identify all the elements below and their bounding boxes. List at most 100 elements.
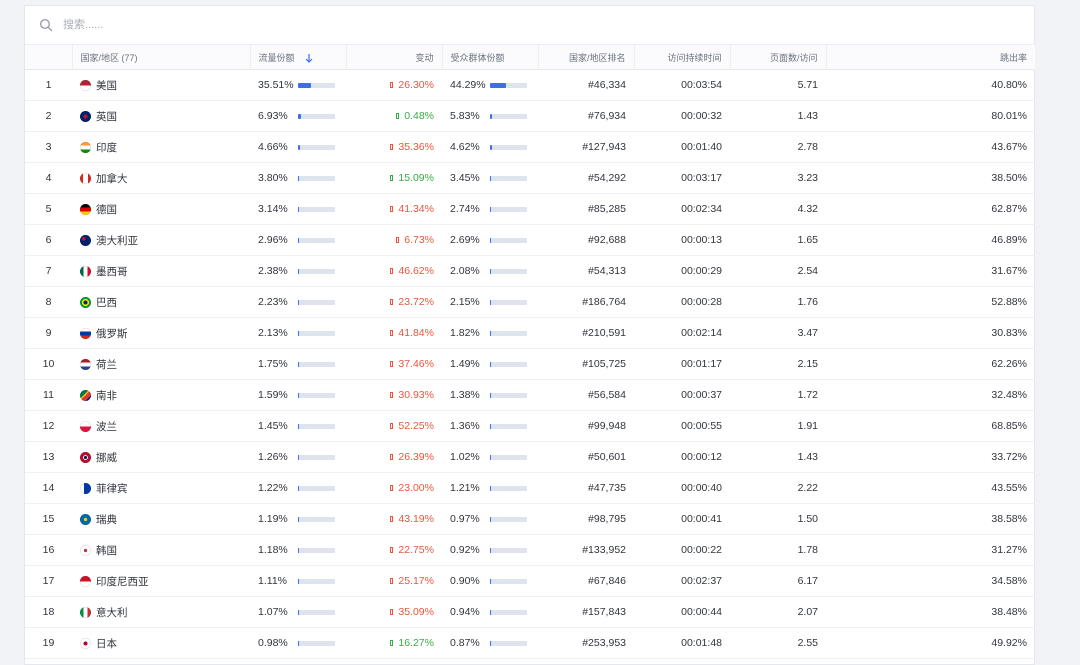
country-name[interactable]: 韩国 bbox=[96, 545, 117, 557]
header-country-rank[interactable]: 国家/地区排名 bbox=[537, 45, 634, 70]
header-change[interactable]: 变动 bbox=[345, 45, 442, 70]
country-cell[interactable]: 巴西 bbox=[72, 286, 250, 318]
table-row[interactable]: 4 加拿大 3.80% 15.09% 3.45% #54,292 00:03:17 3.23 3… bbox=[25, 162, 1035, 194]
country-name[interactable]: 印度尼西亚 bbox=[96, 576, 149, 588]
country-cell[interactable]: 德国 bbox=[72, 193, 250, 225]
flag-se-icon bbox=[80, 513, 91, 525]
audience-share-bar-fill bbox=[490, 392, 491, 398]
country-cell[interactable]: 菲律宾 bbox=[72, 472, 250, 504]
country-cell[interactable]: 加拿大 bbox=[72, 162, 250, 194]
visit-duration-cell: 00:00:29 bbox=[634, 255, 730, 287]
audience-share-value: 5.83% bbox=[450, 110, 480, 122]
pages-per-visit-cell: 1.72 bbox=[730, 379, 826, 411]
traffic-share-cell: 2.38% bbox=[250, 255, 346, 287]
change-value: 35.36% bbox=[398, 141, 434, 153]
header-country[interactable]: 国家/地区 (77) bbox=[71, 45, 250, 70]
table-row[interactable]: 17 印度尼西亚 1.11% 25.17% 0.90% #67,846 00:02:37 6.… bbox=[25, 565, 1035, 597]
country-name[interactable]: 荷兰 bbox=[96, 359, 117, 371]
table-row[interactable]: 12 波兰 1.45% 52.25% 1.36% #99,948 00:00:55 1.91 6… bbox=[25, 410, 1035, 442]
table-header-row: 国家/地区 (77) 流量份额 变动 受众群体份额 国家/地区排名 访问持续时间… bbox=[25, 45, 1035, 70]
table-row[interactable]: 5 德国 3.14% 41.34% 2.74% #85,285 00:02:34 4.32 62… bbox=[25, 193, 1035, 225]
traffic-share-bar-fill bbox=[298, 82, 312, 88]
change-value: 35.09% bbox=[398, 606, 434, 618]
pages-per-visit-cell: 2.78 bbox=[730, 131, 826, 163]
header-visit-duration[interactable]: 访问持续时间 bbox=[633, 45, 730, 70]
country-cell[interactable]: 俄罗斯 bbox=[72, 317, 250, 349]
header-audience-share[interactable]: 受众群体份额 bbox=[441, 45, 538, 70]
country-name[interactable]: 英国 bbox=[96, 111, 117, 123]
country-cell[interactable]: 印度 bbox=[72, 131, 250, 163]
country-cell[interactable]: 英国 bbox=[72, 100, 250, 132]
header-pages-per-visit[interactable]: 页面数/访问 bbox=[729, 45, 826, 70]
country-name[interactable]: 波兰 bbox=[96, 421, 117, 433]
table-row[interactable]: 8 巴西 2.23% 23.72% 2.15% #186,764 00:00:28 1.76 5… bbox=[25, 286, 1035, 318]
change-value: 0.48% bbox=[404, 110, 434, 122]
country-rank-cell: #85,285 bbox=[538, 193, 634, 225]
table-row[interactable]: 15 瑞典 1.19% 43.19% 0.97% #98,795 00:00:41 1.50 3… bbox=[25, 503, 1035, 535]
audience-share-cell: 1.38% bbox=[442, 379, 538, 411]
table-row[interactable]: 14 菲律宾 1.22% 23.00% 1.21% #47,735 00:00:40 2.22… bbox=[25, 472, 1035, 504]
audience-share-cell: 0.97% bbox=[442, 503, 538, 535]
header-bounce-rate[interactable]: 跳出率 bbox=[825, 45, 1035, 70]
country-name[interactable]: 俄罗斯 bbox=[96, 328, 128, 340]
traffic-share-value: 1.59% bbox=[258, 389, 288, 401]
country-name[interactable]: 德国 bbox=[96, 204, 117, 216]
country-name[interactable]: 南非 bbox=[96, 390, 117, 402]
country-name[interactable]: 巴西 bbox=[96, 297, 117, 309]
table-row[interactable]: 3 印度 4.66% 35.36% 4.62% #127,943 00:01:40 2.78 4… bbox=[25, 131, 1035, 163]
country-rank-cell: #47,735 bbox=[538, 472, 634, 504]
table-row[interactable]: 9 俄罗斯 2.13% 41.84% 1.82% #210,591 00:02:14 3.47… bbox=[25, 317, 1035, 349]
country-name[interactable]: 澳大利亚 bbox=[96, 235, 138, 247]
country-cell[interactable]: 意大利 bbox=[72, 596, 250, 628]
header-traffic-share[interactable]: 流量份额 bbox=[249, 45, 346, 70]
country-cell[interactable]: 墨西哥 bbox=[72, 255, 250, 287]
table-row[interactable]: 1 美国 35.51% 26.30% 44.29% #46,334 00:03:54 5.71… bbox=[25, 69, 1035, 101]
table-row[interactable]: 11 南非 1.59% 30.93% 1.38% #56,584 00:00:37 1.72 3… bbox=[25, 379, 1035, 411]
table-row[interactable]: 19 日本 0.98% 16.27% 0.87% #253,953 00:01:48 2.55… bbox=[25, 627, 1035, 659]
table-row[interactable]: 6 澳大利亚 2.96% 6.73% 2.69% #92,688 00:00:13 1.65 4… bbox=[25, 224, 1035, 256]
traffic-share-cell: 1.22% bbox=[250, 472, 346, 504]
table-row[interactable]: 7 墨西哥 2.38% 46.62% 2.08% #54,313 00:00:29 2.54 3… bbox=[25, 255, 1035, 287]
search-input[interactable] bbox=[61, 18, 365, 32]
country-cell[interactable]: 瑞典 bbox=[72, 503, 250, 535]
table-row[interactable]: 13 挪威 1.26% 26.39% 1.02% #50,601 00:00:12 1.43 3… bbox=[25, 441, 1035, 473]
country-rank-cell: #157,843 bbox=[538, 596, 634, 628]
audience-share-value: 2.15% bbox=[450, 296, 480, 308]
country-name[interactable]: 美国 bbox=[96, 80, 117, 92]
traffic-share-cell: 3.14% bbox=[250, 193, 346, 225]
traffic-share-bar-fill bbox=[298, 423, 299, 429]
flag-ph-icon bbox=[80, 482, 91, 494]
country-cell[interactable]: 韩国 bbox=[72, 534, 250, 566]
traffic-share-value: 1.18% bbox=[258, 544, 288, 556]
pages-per-visit-cell: 2.54 bbox=[730, 255, 826, 287]
trend-down-icon bbox=[390, 330, 394, 336]
table-row[interactable]: 18 意大利 1.07% 35.09% 0.94% #157,843 00:00:44 2.0… bbox=[25, 596, 1035, 628]
country-name[interactable]: 瑞典 bbox=[96, 514, 117, 526]
country-name[interactable]: 菲律宾 bbox=[96, 483, 128, 495]
country-cell[interactable]: 印度尼西亚 bbox=[72, 565, 250, 597]
country-name[interactable]: 挪威 bbox=[96, 452, 117, 464]
country-cell[interactable]: 挪威 bbox=[72, 441, 250, 473]
trend-down-icon bbox=[390, 268, 394, 274]
country-name[interactable]: 加拿大 bbox=[96, 173, 128, 185]
traffic-share-cell: 2.23% bbox=[250, 286, 346, 318]
country-cell[interactable]: 美国 bbox=[72, 69, 250, 101]
country-cell[interactable]: 日本 bbox=[72, 627, 250, 659]
country-cell[interactable]: 澳大利亚 bbox=[72, 224, 250, 256]
country-cell[interactable]: 波兰 bbox=[72, 410, 250, 442]
sort-descending-icon[interactable] bbox=[305, 53, 313, 63]
table-row[interactable]: 16 韩国 1.18% 22.75% 0.92% #133,952 00:00:22 1.78… bbox=[25, 534, 1035, 566]
table-row[interactable]: 2 英国 6.93% 0.48% 5.83% #76,934 00:00:32 1.43 80.… bbox=[25, 100, 1035, 132]
country-cell[interactable]: 南非 bbox=[72, 379, 250, 411]
change-value: 43.19% bbox=[398, 513, 434, 525]
country-cell[interactable]: 荷兰 bbox=[72, 348, 250, 380]
country-name[interactable]: 印度 bbox=[96, 142, 117, 154]
country-name[interactable]: 意大利 bbox=[96, 607, 128, 619]
audience-share-bar-fill bbox=[490, 237, 491, 243]
traffic-share-value: 6.93% bbox=[258, 110, 288, 122]
table-row[interactable]: 10 荷兰 1.75% 37.46% 1.49% #105,725 00:01:17 2.15… bbox=[25, 348, 1035, 380]
traffic-share-value: 2.38% bbox=[258, 265, 288, 277]
country-name[interactable]: 墨西哥 bbox=[96, 266, 128, 278]
country-name[interactable]: 日本 bbox=[96, 638, 117, 650]
audience-share-value: 0.94% bbox=[450, 606, 480, 618]
